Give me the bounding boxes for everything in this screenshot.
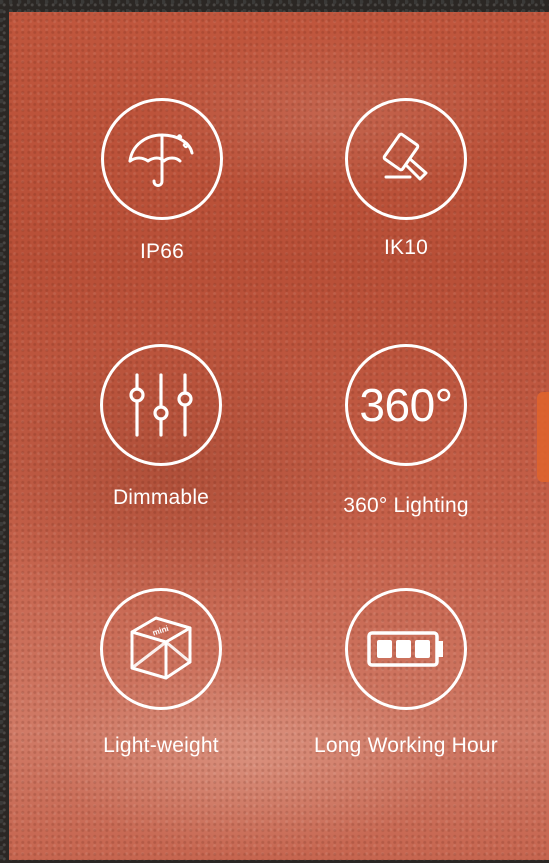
- cube-icon: mini: [130, 616, 192, 680]
- sliders-icon: [129, 373, 193, 437]
- hammer-icon: [382, 132, 428, 181]
- feature-icon-circle: 360°: [345, 344, 467, 466]
- feature-panel: IP66 IK10 Dimmable 360° 360° Lighting mi…: [9, 12, 549, 860]
- mini-text: mini: [151, 624, 169, 638]
- feature-icon-circle: mini: [100, 588, 222, 710]
- feature-icon-circle: [100, 344, 222, 466]
- feature-label: Light-weight: [103, 734, 219, 757]
- feature-icon-circle: [101, 98, 223, 220]
- 360-icon: 360°: [359, 379, 453, 431]
- feature-ik10: IK10: [296, 98, 516, 288]
- feature-icon-circle: [345, 588, 467, 710]
- feature-360-lighting: 360° 360° Lighting: [296, 344, 516, 534]
- feature-dimmable: Dimmable: [51, 344, 271, 534]
- feature-light-weight: mini Light-weight: [51, 588, 271, 778]
- umbrella-icon: [128, 133, 194, 187]
- feature-icon-circle: [345, 98, 467, 220]
- feature-label: Long Working Hour: [314, 734, 498, 757]
- feature-ip66: IP66: [52, 98, 272, 288]
- feature-label: Dimmable: [112, 486, 210, 509]
- feature-long-working-hour: Long Working Hour: [296, 588, 516, 778]
- feature-label: IP66: [140, 240, 184, 263]
- battery-icon: [367, 631, 443, 667]
- feature-label: IK10: [384, 236, 428, 259]
- feature-label: 360° Lighting: [343, 494, 469, 517]
- orange-object-edge: [537, 392, 549, 482]
